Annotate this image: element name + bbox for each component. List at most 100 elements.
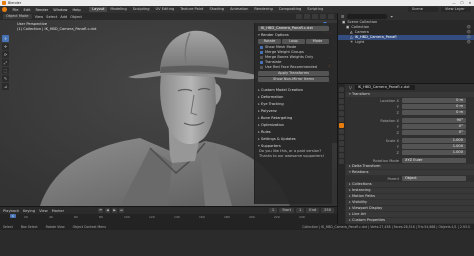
tab-shading[interactable]: Shading bbox=[206, 7, 227, 13]
tab-rendering[interactable]: Rendering bbox=[251, 7, 275, 13]
annotate-tool-icon[interactable]: ✎ bbox=[2, 75, 9, 82]
section-delta-transform[interactable]: Delta Transform bbox=[346, 164, 474, 169]
modifier-tab-icon[interactable] bbox=[339, 129, 344, 134]
current-frame-field[interactable]: 1 bbox=[268, 208, 278, 213]
material-shading-button[interactable] bbox=[320, 14, 326, 19]
scene-selector[interactable]: Scene bbox=[408, 7, 438, 12]
cursor-tool-icon[interactable]: ✛ bbox=[2, 43, 9, 50]
section-line-art[interactable]: Line Art bbox=[346, 212, 474, 217]
section-polyvenz[interactable]: Polyvenz bbox=[258, 109, 329, 114]
play-icon[interactable]: ▶ bbox=[112, 208, 118, 213]
menu-timeline-view[interactable]: View bbox=[39, 209, 48, 213]
select-tool-icon[interactable]: ⊹ bbox=[2, 35, 9, 42]
render-tab-icon[interactable] bbox=[339, 93, 344, 98]
section-instancing[interactable]: Instancing bbox=[346, 188, 474, 193]
playhead[interactable]: 1 bbox=[10, 214, 16, 218]
check-show-mesh-mode[interactable]: Show Mesh Mode bbox=[260, 45, 327, 50]
section-render-options[interactable]: Render Options bbox=[258, 33, 329, 38]
transform-tool-icon[interactable]: ⬚ bbox=[2, 67, 9, 74]
overlay-button[interactable] bbox=[296, 14, 302, 19]
section-custom-model-creation[interactable]: Custom Model Creation bbox=[258, 88, 329, 93]
sidebar-object-field[interactable]: IK_HBD_Camera_Panafl.c.dxt bbox=[258, 26, 329, 31]
loop-button[interactable]: Loop bbox=[282, 39, 305, 44]
measure-tool-icon[interactable]: ⊿ bbox=[2, 83, 9, 90]
section-bone-retargeting[interactable]: Bone Retargeting bbox=[258, 116, 329, 121]
outliner-search-input[interactable] bbox=[347, 14, 388, 19]
outliner-row-light[interactable]: ☀ Light 👁 bbox=[338, 40, 474, 45]
menu-view[interactable]: View bbox=[35, 15, 44, 19]
jump-end-icon[interactable]: ⏭ bbox=[119, 208, 125, 213]
tab-sculpting[interactable]: Sculpting bbox=[130, 7, 153, 13]
view-layer-selector[interactable]: View Layer bbox=[441, 7, 471, 12]
filter-icon[interactable]: ⏷ bbox=[390, 15, 393, 19]
section-transform[interactable]: Transform bbox=[346, 92, 474, 97]
section-eye-tracking[interactable]: Eye Tracking bbox=[258, 102, 329, 107]
tab-uv-editing[interactable]: UV Editing bbox=[153, 7, 178, 13]
solid-shading-button[interactable] bbox=[312, 14, 318, 19]
menu-edit[interactable]: Edit bbox=[21, 8, 33, 12]
section-optimization[interactable]: Optimization bbox=[258, 123, 329, 128]
menu-render[interactable]: Render bbox=[33, 8, 51, 12]
start-frame-field[interactable]: 1 bbox=[296, 208, 305, 213]
check-merge-bones-weights[interactable]: Merge Bones Weights Only bbox=[260, 55, 327, 60]
material-tab-icon[interactable] bbox=[339, 159, 344, 164]
data-tab-icon[interactable] bbox=[339, 153, 344, 158]
show-items-button[interactable]: Show Non-Mirror Items bbox=[258, 76, 329, 82]
physics-tab-icon[interactable] bbox=[339, 141, 344, 146]
tab-texture-paint[interactable]: Texture Paint bbox=[177, 7, 206, 13]
display-mode-icon[interactable]: ☰ bbox=[341, 15, 344, 19]
apply-transforms-button[interactable]: Apply Transforms bbox=[258, 70, 329, 76]
section-rules[interactable]: Rules bbox=[258, 130, 329, 135]
tick-label: 220 bbox=[274, 215, 280, 219]
menu-keying[interactable]: Keying bbox=[23, 209, 35, 213]
tab-layout[interactable]: Layout bbox=[89, 6, 108, 13]
menu-object[interactable]: Object bbox=[70, 15, 82, 19]
section-viewport-display[interactable]: Viewport Display bbox=[346, 206, 474, 211]
mode-dropdown[interactable]: Object Mode bbox=[3, 14, 32, 19]
menu-add[interactable]: Add bbox=[60, 15, 67, 19]
section-deformation[interactable]: Deformation bbox=[258, 95, 329, 100]
menu-help[interactable]: Help bbox=[70, 8, 83, 12]
tool-tab-icon[interactable] bbox=[339, 87, 344, 92]
blender-menu-icon[interactable] bbox=[2, 7, 7, 12]
tab-compositing[interactable]: Compositing bbox=[276, 7, 305, 13]
xray-button[interactable] bbox=[304, 14, 310, 19]
viewport-header: Object Mode View Select Add Object bbox=[0, 13, 337, 20]
tab-animation[interactable]: Animation bbox=[227, 7, 251, 13]
output-tab-icon[interactable] bbox=[339, 99, 344, 104]
section-collections[interactable]: Collections bbox=[346, 182, 474, 187]
check-translate[interactable]: Translate bbox=[260, 60, 327, 65]
mode-button[interactable]: Mode bbox=[306, 39, 329, 44]
scale-tool-icon[interactable]: ⤢ bbox=[2, 59, 9, 66]
section-relations[interactable]: Relations bbox=[346, 170, 474, 175]
status-box-select-hint: Box Select bbox=[20, 225, 38, 229]
rotate-tool-icon[interactable]: ⟳ bbox=[2, 51, 9, 58]
jump-start-icon[interactable]: ⏮ bbox=[98, 208, 104, 213]
scene-tab-icon[interactable] bbox=[339, 111, 344, 116]
menu-select[interactable]: Select bbox=[46, 15, 57, 19]
world-tab-icon[interactable] bbox=[339, 117, 344, 122]
particles-tab-icon[interactable] bbox=[339, 135, 344, 140]
menu-marker[interactable]: Marker bbox=[52, 209, 64, 213]
object-name-field[interactable]: IK_HBD_Camera_Panafl.c.dxt bbox=[354, 85, 415, 90]
section-supporters[interactable]: Supporters bbox=[258, 144, 329, 149]
play-reverse-icon[interactable]: ◀ bbox=[105, 208, 111, 213]
menu-playback[interactable]: Playback bbox=[3, 209, 19, 213]
section-visibility[interactable]: Visibility bbox=[346, 200, 474, 205]
rendered-shading-button[interactable] bbox=[328, 14, 334, 19]
visibility-eye-icon[interactable]: 👁 bbox=[466, 40, 474, 45]
object-tab-icon[interactable] bbox=[339, 123, 344, 128]
check-merge-weight-groups[interactable]: Merge Weight Groups bbox=[260, 50, 327, 55]
check-use-red-face[interactable]: Use Red Face Recommended bbox=[260, 65, 327, 70]
section-settings[interactable]: Settings & Updates bbox=[258, 137, 329, 142]
section-motion-paths[interactable]: Motion Paths bbox=[346, 194, 474, 199]
tab-modeling[interactable]: Modeling bbox=[107, 7, 129, 13]
section-custom-properties[interactable]: Custom Properties bbox=[346, 218, 474, 223]
tab-scripting[interactable]: Scripting bbox=[304, 7, 326, 13]
view-layer-tab-icon[interactable] bbox=[339, 105, 344, 110]
menu-file[interactable]: File bbox=[10, 8, 21, 12]
menu-window[interactable]: Window bbox=[51, 8, 70, 12]
constraints-tab-icon[interactable] bbox=[339, 147, 344, 152]
end-frame-field[interactable]: 250 bbox=[321, 208, 334, 213]
rotate-button[interactable]: Rotate bbox=[258, 39, 281, 44]
